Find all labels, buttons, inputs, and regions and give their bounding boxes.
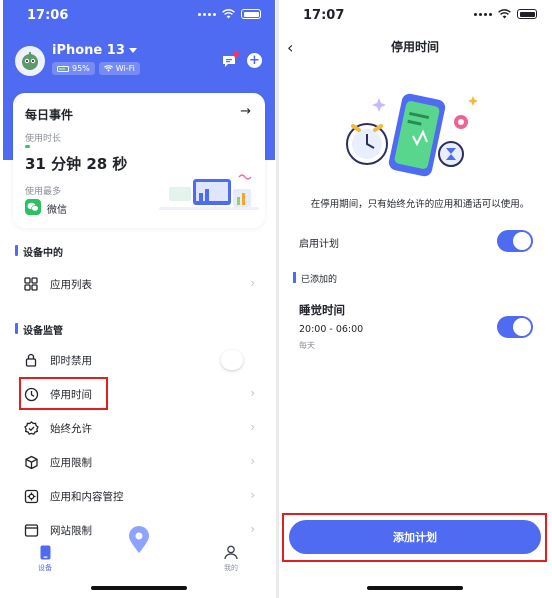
- added-section-title: 已添加的: [293, 272, 337, 285]
- robot-avatar-icon: [22, 52, 38, 70]
- usage-time: 31 分钟 28 秒: [25, 155, 128, 173]
- battery-icon: [517, 9, 537, 19]
- battery-icon: [241, 9, 261, 19]
- list-item-label: 应用列表: [50, 278, 92, 291]
- section-monitor: 设备监管: [15, 322, 63, 337]
- device-avatar[interactable]: [15, 46, 45, 76]
- plan-repeat: 每天: [299, 341, 315, 350]
- status-bar: 17:06: [3, 0, 275, 30]
- section-device: 设备中的: [15, 244, 63, 259]
- plan-item-sleep[interactable]: 睡觉时间 20:00 - 06:00 每天: [299, 302, 533, 352]
- wifi-icon: [222, 9, 235, 19]
- most-used-label: 使用最多: [25, 187, 62, 197]
- tab-label: 我的: [224, 564, 238, 572]
- status-time: 17:07: [303, 8, 345, 23]
- person-icon: [223, 544, 239, 560]
- wechat-icon: [25, 199, 41, 215]
- tab-mine[interactable]: 我的: [211, 544, 251, 573]
- status-bar: 17:07: [279, 0, 551, 30]
- enable-plan-toggle[interactable]: [497, 230, 533, 252]
- signal-icon: [474, 12, 492, 16]
- location-pin-icon[interactable]: [127, 526, 151, 554]
- downtime-illustration: [346, 93, 478, 177]
- home-indicator: [367, 586, 463, 590]
- gear-icon: [23, 488, 39, 504]
- chevron-down-icon: [128, 48, 137, 53]
- list-item-app-limits[interactable]: 应用限制 ›: [23, 450, 255, 474]
- status-time: 17:06: [27, 8, 69, 23]
- tab-label: 设备: [38, 564, 52, 572]
- plan-time: 20:00 - 06:00: [299, 324, 364, 335]
- chevron-right-icon: ›: [250, 386, 255, 400]
- chevron-right-icon: ›: [250, 522, 255, 536]
- enable-plan-label: 启用计划: [299, 239, 339, 250]
- most-used-app: 微信: [47, 205, 67, 216]
- status-icons: [474, 9, 537, 19]
- home-indicator: [91, 586, 187, 590]
- usage-progress: [25, 145, 251, 148]
- status-icons: [198, 9, 261, 19]
- list-item-instant-block[interactable]: 即时禁用: [23, 348, 255, 372]
- page-title: 停用时间: [390, 40, 439, 54]
- chevron-right-icon: ›: [250, 488, 255, 502]
- device-home-screen: 17:06 iPhone 13 95% Wi-Fi + 每日事件 → 使用时长 …: [3, 0, 275, 598]
- list-item-label: 应用和内容管控: [50, 490, 124, 503]
- grid-icon: [23, 276, 39, 292]
- downtime-screen: 17:07 ‹ 停用时间 在停用期间，只有始终允许的应用和通话可以使用。 启用计…: [279, 0, 551, 598]
- add-device-button[interactable]: +: [247, 53, 262, 68]
- chevron-right-icon: ›: [250, 276, 255, 290]
- wifi-icon: [498, 9, 511, 19]
- list-item-label: 即时禁用: [50, 354, 92, 367]
- card-title: 每日事件: [25, 108, 74, 122]
- plan-name: 睡觉时间: [299, 303, 345, 317]
- battery-level-icon: [57, 65, 69, 72]
- downtime-description: 在停用期间，只有始终允许的应用和通话可以使用。: [310, 199, 530, 210]
- list-item-always-allowed[interactable]: 始终允许 ›: [23, 416, 255, 440]
- signal-icon: [198, 12, 216, 16]
- downtime-highlight-box: [19, 377, 108, 410]
- usage-label: 使用时长: [25, 134, 62, 144]
- battery-chip: 95%: [52, 62, 95, 75]
- list-item-app-list[interactable]: 应用列表 ›: [23, 272, 255, 296]
- lock-icon: [23, 352, 39, 368]
- wifi-icon: [103, 65, 113, 72]
- battery-percent: 95%: [72, 64, 90, 73]
- tab-device[interactable]: 设备: [25, 544, 65, 573]
- instant-block-toggle[interactable]: [221, 350, 243, 370]
- list-item-content-control[interactable]: 应用和内容管控 ›: [23, 484, 255, 508]
- arrow-right-icon[interactable]: →: [240, 104, 251, 119]
- enable-plan-row: 启用计划: [299, 228, 533, 254]
- add-plan-button[interactable]: 添加计划: [289, 520, 541, 554]
- network-type: Wi-Fi: [115, 64, 135, 73]
- phone-icon: [37, 544, 53, 560]
- check-badge-icon: [23, 420, 39, 436]
- network-chip: Wi-Fi: [98, 62, 140, 75]
- usage-illustration: [159, 174, 259, 210]
- cube-icon: [23, 454, 39, 470]
- plan-toggle[interactable]: [497, 316, 533, 338]
- list-item-label: 网站限制: [50, 524, 92, 537]
- browser-icon: [23, 522, 39, 538]
- device-switcher[interactable]: iPhone 13: [52, 43, 137, 58]
- list-item-label: 始终允许: [50, 422, 92, 435]
- chevron-right-icon: ›: [250, 420, 255, 434]
- list-item-label: 应用限制: [50, 456, 92, 469]
- device-name: iPhone 13: [52, 43, 125, 58]
- daily-events-card[interactable]: 每日事件 → 使用时长 31 分钟 28 秒 使用最多 微信: [13, 93, 265, 228]
- chevron-right-icon: ›: [250, 454, 255, 468]
- notification-dot: [233, 51, 239, 57]
